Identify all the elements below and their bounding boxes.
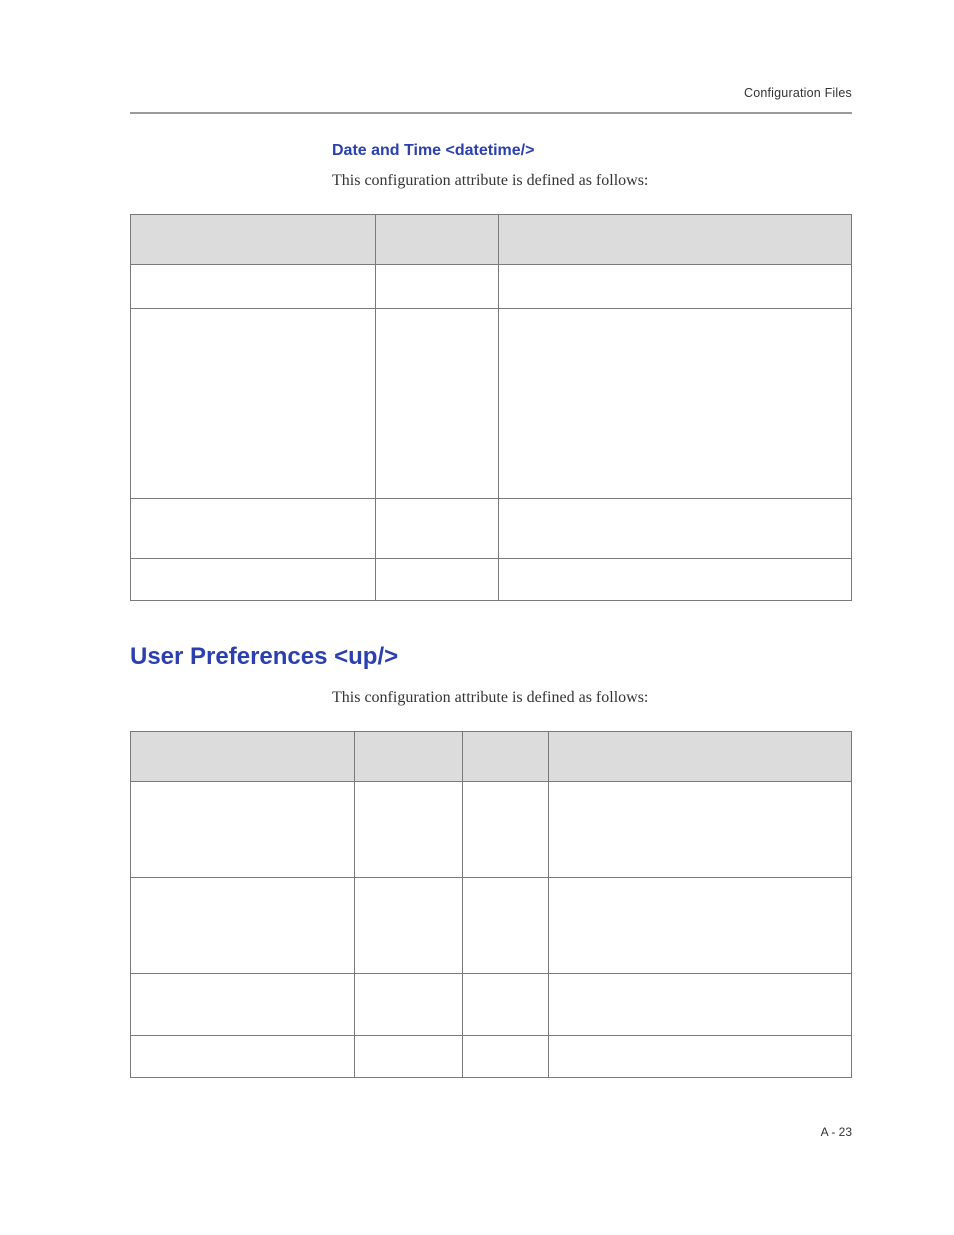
table-cell	[549, 878, 852, 974]
table-cell	[462, 974, 549, 1036]
table-cell	[498, 499, 851, 559]
table-row	[131, 265, 852, 309]
table-header-cell	[376, 215, 499, 265]
running-head: Configuration Files	[130, 86, 852, 100]
table-header-cell	[462, 732, 549, 782]
attribute-table-2	[130, 731, 852, 1078]
page-number: A - 23	[130, 1125, 852, 1139]
table-cell	[376, 559, 499, 601]
table-cell	[498, 265, 851, 309]
table-row	[131, 309, 852, 499]
table-header-row	[131, 732, 852, 782]
page: Configuration Files Date and Time <datet…	[0, 0, 954, 1235]
table-cell	[131, 309, 376, 499]
table-cell	[131, 499, 376, 559]
table-header-row	[131, 215, 852, 265]
table-cell	[131, 265, 376, 309]
lede-paragraph-2: This configuration attribute is defined …	[332, 689, 852, 707]
table-cell	[131, 974, 355, 1036]
table-cell	[549, 1036, 852, 1078]
table-cell	[354, 1036, 462, 1078]
table-cell	[549, 974, 852, 1036]
table-header-cell	[498, 215, 851, 265]
table-cell	[549, 782, 852, 878]
table-header-cell	[131, 215, 376, 265]
table-cell	[354, 974, 462, 1036]
subsection-heading: Date and Time <datetime/>	[332, 142, 852, 160]
table-cell	[131, 878, 355, 974]
table-cell	[462, 782, 549, 878]
horizontal-rule	[130, 112, 852, 114]
table-cell	[462, 878, 549, 974]
table-cell	[354, 782, 462, 878]
table-cell	[354, 878, 462, 974]
table-row	[131, 559, 852, 601]
table-cell	[376, 309, 499, 499]
section-heading: User Preferences <up/>	[130, 643, 852, 671]
table-row	[131, 878, 852, 974]
table-header-cell	[354, 732, 462, 782]
page-content: Date and Time <datetime/> This configura…	[130, 142, 852, 1120]
table-row	[131, 782, 852, 878]
attribute-table-1	[130, 214, 852, 601]
table-cell	[131, 782, 355, 878]
table-cell	[498, 559, 851, 601]
table-row	[131, 974, 852, 1036]
table-header-cell	[549, 732, 852, 782]
table-cell	[462, 1036, 549, 1078]
table-row	[131, 499, 852, 559]
table-cell	[131, 1036, 355, 1078]
table-cell	[131, 559, 376, 601]
table-cell	[498, 309, 851, 499]
table-cell	[376, 265, 499, 309]
table-row	[131, 1036, 852, 1078]
table-header-cell	[131, 732, 355, 782]
table-cell	[376, 499, 499, 559]
lede-paragraph-1: This configuration attribute is defined …	[332, 172, 852, 190]
